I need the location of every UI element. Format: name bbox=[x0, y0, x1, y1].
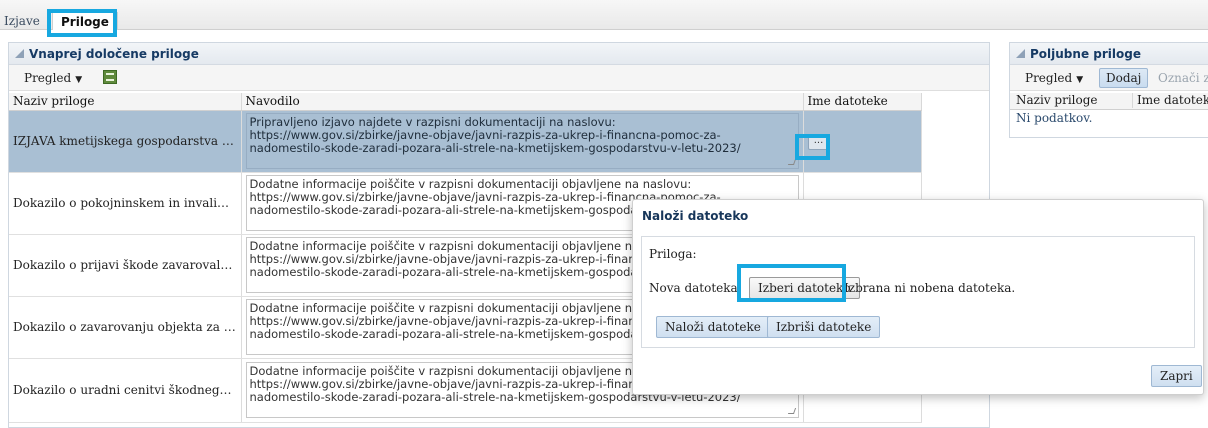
column-header-instructions[interactable]: Navodilo bbox=[241, 93, 804, 111]
attachment-label: Priloga: bbox=[649, 247, 697, 261]
cell-attachment-name: Dokazilo o uradni cenitvi škodnega dog..… bbox=[9, 358, 242, 423]
attachment-name: Dokazilo o pokojninskem in invalidske... bbox=[13, 196, 237, 210]
panel-title-predefined: Vnaprej določene priloge bbox=[9, 43, 989, 65]
cell-attachment-name: Dokazilo o prijavi škode zavarovalnici bbox=[9, 234, 242, 297]
collapse-triangle-icon[interactable] bbox=[1016, 49, 1025, 58]
right-toolbar: Pregled ▼ Dodaj Označi z bbox=[1010, 65, 1208, 91]
caret-down-icon: ▼ bbox=[75, 75, 83, 85]
attachment-name: IZJAVA kmetijskega gospodarstva gled... bbox=[13, 134, 237, 148]
collapse-triangle-icon[interactable] bbox=[15, 49, 24, 58]
table-row[interactable]: IZJAVA kmetijskega gospodarstva gled... P… bbox=[9, 110, 922, 173]
tab-priloge[interactable]: Priloge bbox=[52, 12, 118, 30]
export-grid-icon[interactable] bbox=[103, 70, 117, 84]
cell-filename: ... bbox=[803, 110, 922, 173]
cell-attachment-name: Dokazilo o pokojninskem in invalidske... bbox=[9, 172, 242, 235]
column-header-name[interactable]: Naziv priloge bbox=[9, 93, 242, 111]
tab-izjave[interactable]: Izjave bbox=[4, 12, 40, 30]
table-header-row: Naziv priloge Navodilo Ime datoteke bbox=[9, 93, 922, 111]
delete-files-button[interactable]: Izbriši datoteke bbox=[767, 316, 881, 338]
mark-button[interactable]: Označi z bbox=[1151, 68, 1208, 88]
cell-attachment-name: Dokazilo o zavarovanju objekta za prim..… bbox=[9, 296, 242, 359]
column-header-filename[interactable]: Ime datoteke bbox=[803, 93, 922, 111]
attachment-name: Dokazilo o zavarovanju objekta za prim..… bbox=[13, 320, 237, 334]
instructions-line: nadomestilo-skode-zaradi-pozara-ali-stre… bbox=[249, 141, 741, 155]
no-file-chosen-text: Izbrana ni nobena datoteka. bbox=[844, 281, 1016, 295]
custom-attachments-panel: Poljubne priloge Pregled ▼ Dodaj Označi z… bbox=[1009, 42, 1208, 138]
resize-grip-icon[interactable] bbox=[787, 408, 796, 414]
cell-instructions: Pripravljeno izjavo najdete v razpisni d… bbox=[241, 110, 804, 173]
instructions-textarea[interactable]: Pripravljeno izjavo najdete v razpisni d… bbox=[245, 113, 799, 169]
attachment-name: Dokazilo o uradni cenitvi škodnega dog..… bbox=[13, 383, 237, 397]
column-header-name[interactable]: Naziv priloge bbox=[1016, 93, 1098, 108]
add-button[interactable]: Dodaj bbox=[1099, 68, 1149, 88]
dialog-content: Priloga: Nova datoteka: Izberi datoteko … bbox=[641, 236, 1195, 348]
choose-file-button[interactable]: Izberi datoteko bbox=[749, 277, 860, 299]
close-button[interactable]: Zapri bbox=[1151, 365, 1202, 387]
view-dropdown-button[interactable]: Pregled ▼ bbox=[17, 68, 89, 88]
cell-attachment-name: IZJAVA kmetijskega gospodarstva gled... bbox=[9, 110, 242, 173]
panel-title-custom: Poljubne priloge bbox=[1010, 43, 1208, 65]
attachment-name: Dokazilo o prijavi škode zavarovalnici bbox=[13, 258, 237, 272]
left-toolbar: Pregled ▼ bbox=[9, 65, 989, 91]
caret-down-icon: ▼ bbox=[1076, 75, 1084, 85]
column-header-filename[interactable]: Ime datoteke bbox=[1132, 93, 1208, 108]
custom-table-header: Naziv priloge Ime datoteke bbox=[1010, 93, 1208, 110]
view-dropdown-button[interactable]: Pregled ▼ bbox=[1018, 68, 1090, 88]
upload-file-dialog: Naloži datoteko Priloga: Nova datoteka: … bbox=[632, 199, 1204, 395]
browse-file-button[interactable]: ... bbox=[807, 136, 830, 150]
new-file-label: Nova datoteka: bbox=[649, 281, 742, 295]
upload-files-button[interactable]: Naloži datoteke bbox=[656, 316, 770, 338]
resize-grip-icon[interactable] bbox=[787, 159, 796, 165]
tab-bar: Izjave Priloge bbox=[0, 0, 1208, 30]
empty-state-text: Ni podatkov. bbox=[1016, 111, 1093, 125]
dialog-title: Naloži datoteko bbox=[642, 209, 749, 223]
